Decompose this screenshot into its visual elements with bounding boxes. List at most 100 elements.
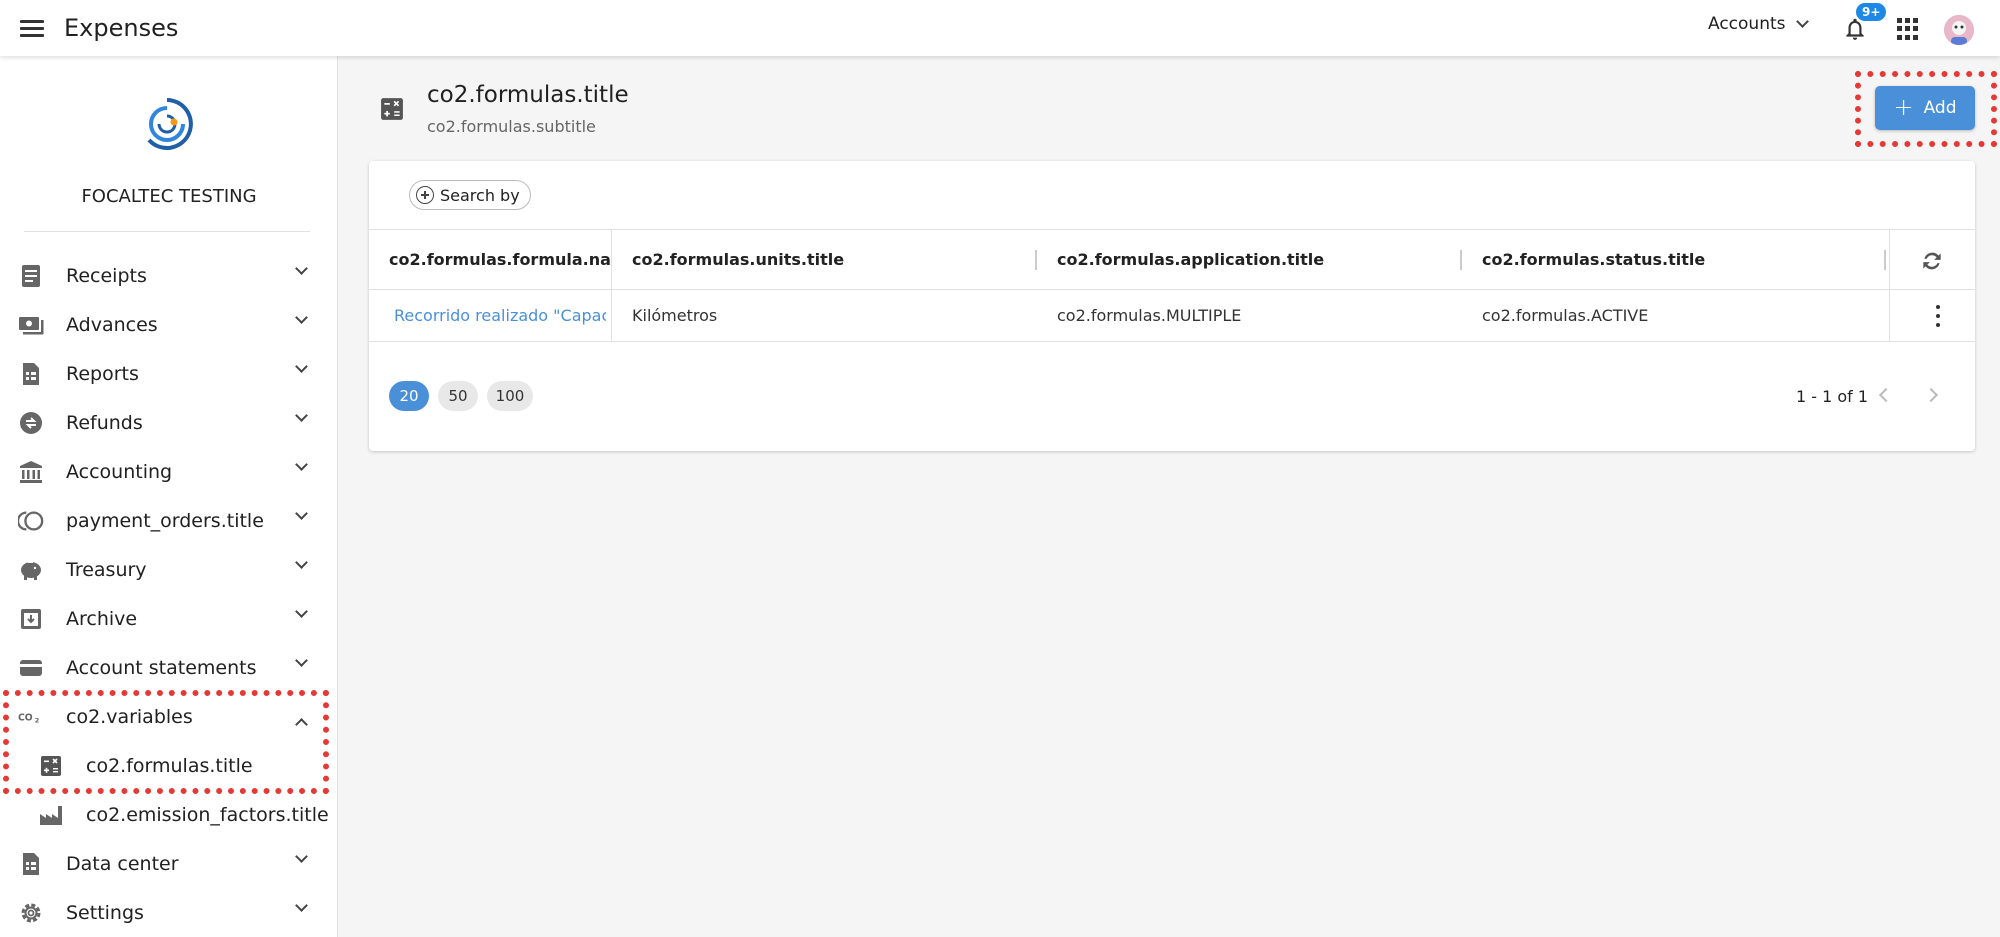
column-header-name[interactable]: co2.formulas.formula.name.title <box>389 230 611 289</box>
co2-icon: CO 2 <box>18 705 44 729</box>
sidebar-item-archive[interactable]: Archive <box>0 595 338 643</box>
chevron-down-icon <box>295 458 308 471</box>
sidebar-item-label: Data center <box>66 853 179 875</box>
company-name: FOCALTEC TESTING <box>81 186 257 207</box>
sidebar-item-account-statements[interactable]: Account statements <box>0 644 338 692</box>
chevron-down-icon <box>295 556 308 569</box>
sidebar-item-label: Treasury <box>66 559 147 581</box>
chevron-down-icon <box>295 654 308 667</box>
application-cell: co2.formulas.MULTIPLE <box>1057 306 1242 325</box>
sidebar-item-data-center[interactable]: Data center <box>0 840 338 888</box>
page-title: co2.formulas.title <box>427 82 629 108</box>
money-icon <box>18 313 44 337</box>
apps-grid-icon[interactable] <box>1897 18 1919 40</box>
sidebar-item-label: Refunds <box>66 412 143 434</box>
coins-icon <box>18 509 44 533</box>
column-divider <box>611 290 612 341</box>
page-size-50[interactable]: 50 <box>438 381 478 411</box>
chevron-down-icon <box>1795 15 1809 28</box>
status-cell: co2.formulas.ACTIVE <box>1482 306 1649 325</box>
piggy-bank-icon <box>18 558 44 582</box>
chevron-down-icon <box>295 360 308 373</box>
sidebar-item-refunds[interactable]: Refunds <box>0 399 338 447</box>
report-icon <box>18 362 44 386</box>
sidebar-item-label: Accounting <box>66 461 173 483</box>
sidebar-subitem-label: co2.formulas.title <box>86 755 253 777</box>
column-divider <box>1889 290 1890 341</box>
chevron-down-icon <box>295 899 308 912</box>
sidebar-item-reports[interactable]: Reports <box>0 350 338 398</box>
sidebar-item-accounting[interactable]: Accounting <box>0 448 338 496</box>
sidebar: FOCALTEC TESTING Receipts Advances Repor… <box>0 56 338 937</box>
sidebar-item-label: co2.variables <box>66 706 193 728</box>
page-subtitle: co2.formulas.subtitle <box>427 117 596 136</box>
column-header-units[interactable]: co2.formulas.units.title <box>632 230 1032 289</box>
pagination-range: 1 - 1 of 1 <box>1796 387 1869 406</box>
table-row: Recorrido realizado "Capacitación" Kilóm… <box>369 290 1975 342</box>
formulas-card: Search by co2.formulas.formula.name.titl… <box>369 161 1975 451</box>
sidebar-item-label: Reports <box>66 363 139 385</box>
chevron-down-icon <box>295 605 308 618</box>
sidebar-item-receipts[interactable]: Receipts <box>0 252 338 300</box>
chevron-down-icon <box>295 409 308 422</box>
notification-badge: 9+ <box>1856 3 1887 21</box>
search-by-label: Search by <box>440 185 520 205</box>
sidebar-item-label: Receipts <box>66 265 147 287</box>
sidebar-subitem-label: co2.emission_factors.title <box>86 804 329 826</box>
add-circle-icon <box>416 186 434 204</box>
data-center-icon <box>18 852 44 876</box>
sidebar-item-label: Archive <box>66 608 138 630</box>
chevron-left-icon[interactable] <box>1878 387 1894 403</box>
row-more-options-icon[interactable] <box>1928 305 1948 327</box>
sidebar-subitem-co2-emission-factors[interactable]: co2.emission_factors.title <box>0 791 338 839</box>
search-by-chip[interactable]: Search by <box>409 180 531 210</box>
chevron-down-icon <box>295 507 308 520</box>
sidebar-item-advances[interactable]: Advances <box>0 301 338 349</box>
add-button[interactable]: + Add <box>1875 86 1975 130</box>
calculator-icon <box>381 98 403 120</box>
chevron-right-icon[interactable] <box>1923 387 1939 403</box>
sidebar-item-co2-variables[interactable]: CO 2 co2.variables <box>0 693 338 741</box>
chevron-down-icon <box>295 262 308 275</box>
column-header-application[interactable]: co2.formulas.application.title <box>1057 230 1457 289</box>
svg-text:2: 2 <box>35 717 40 724</box>
chevron-down-icon <box>295 850 308 863</box>
chevron-up-icon <box>295 718 308 731</box>
add-button-label: Add <box>1923 98 1957 118</box>
factory-icon <box>38 803 64 827</box>
avatar[interactable] <box>1944 15 1974 45</box>
accounts-label: Accounts <box>1708 14 1786 34</box>
sidebar-item-label: Account statements <box>66 657 257 679</box>
receipt-icon <box>18 264 44 288</box>
top-bar: Expenses Accounts 9+ <box>0 0 2000 56</box>
sidebar-item-payment-orders[interactable]: payment_orders.title <box>0 497 338 545</box>
bank-icon <box>18 460 44 484</box>
formula-name-link[interactable]: Recorrido realizado "Capacitación" <box>394 290 606 341</box>
page-size-20[interactable]: 20 <box>389 381 429 411</box>
accounts-dropdown[interactable]: Accounts <box>1708 14 1809 34</box>
calculator-icon <box>38 754 64 778</box>
gear-icon <box>18 901 44 925</box>
column-divider <box>1889 230 1890 289</box>
svg-text:CO: CO <box>18 713 33 724</box>
sidebar-item-label: Settings <box>66 902 144 924</box>
units-cell: Kilómetros <box>632 306 718 325</box>
column-divider <box>611 230 612 289</box>
sidebar-subitem-co2-formulas[interactable]: co2.formulas.title <box>0 742 338 790</box>
sidebar-divider <box>24 231 310 232</box>
archive-icon <box>18 607 44 631</box>
sidebar-item-treasury[interactable]: Treasury <box>0 546 338 594</box>
sidebar-item-settings[interactable]: Settings <box>0 889 338 937</box>
plus-icon: + <box>1893 92 1914 121</box>
column-resize-handle[interactable] <box>1460 250 1462 270</box>
sidebar-item-label: payment_orders.title <box>66 510 264 532</box>
column-resize-handle[interactable] <box>1884 250 1886 270</box>
column-resize-handle[interactable] <box>1035 250 1037 270</box>
wallet-icon <box>18 656 44 680</box>
hamburger-menu-icon[interactable] <box>20 14 48 42</box>
chevron-down-icon <box>295 311 308 324</box>
column-header-status[interactable]: co2.formulas.status.title <box>1482 230 1872 289</box>
refund-icon <box>18 411 44 435</box>
refresh-icon[interactable] <box>1919 248 1945 274</box>
page-size-100[interactable]: 100 <box>487 381 533 411</box>
